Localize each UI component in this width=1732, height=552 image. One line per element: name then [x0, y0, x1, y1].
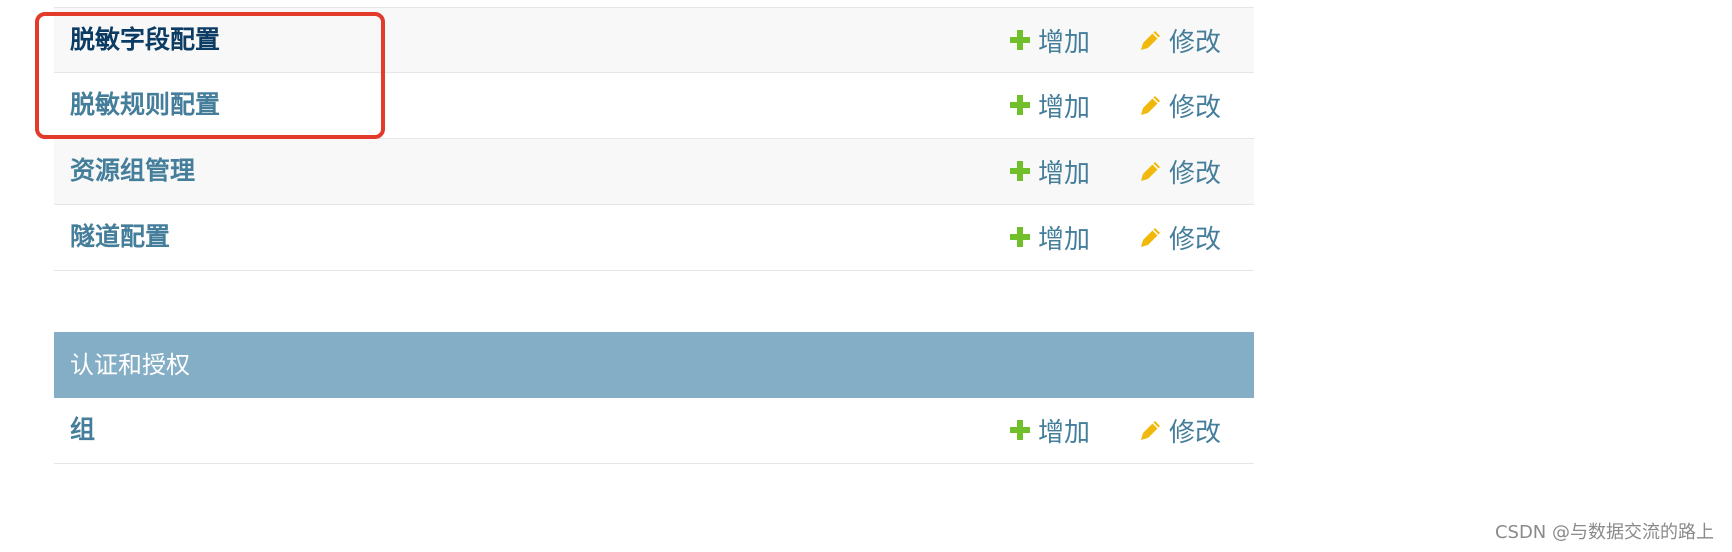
model-link-tunnel-config[interactable]: 隧道配置 — [70, 205, 170, 269]
change-label: 修改 — [1169, 92, 1222, 123]
add-button[interactable]: 增加 — [1008, 8, 1090, 72]
app-module-masking: 脱敏字段配置 增加 修改 脱敏规则配置 增加 修改 资源组管理 增加 修改 隧道… — [54, 7, 1254, 271]
model-row-masking-field-config: 脱敏字段配置 增加 修改 — [54, 7, 1254, 73]
model-link-group[interactable]: 组 — [70, 398, 95, 462]
plus-icon — [1010, 420, 1030, 440]
add-button[interactable]: 增加 — [1008, 139, 1090, 203]
add-label: 增加 — [1038, 224, 1091, 255]
pencil-icon — [1141, 31, 1160, 50]
model-link-masking-rule-config[interactable]: 脱敏规则配置 — [70, 73, 220, 137]
model-row-group: 组 增加 修改 — [54, 398, 1254, 464]
add-button[interactable]: 增加 — [1008, 73, 1090, 137]
change-button[interactable]: 修改 — [1139, 139, 1221, 203]
add-label: 增加 — [1038, 417, 1091, 448]
admin-index-page: 脱敏字段配置 增加 修改 脱敏规则配置 增加 修改 资源组管理 增加 修改 隧道… — [0, 0, 1732, 552]
add-label: 增加 — [1038, 27, 1091, 58]
plus-icon — [1010, 227, 1030, 247]
pencil-icon — [1141, 96, 1160, 115]
change-button[interactable]: 修改 — [1139, 398, 1221, 462]
change-button[interactable]: 修改 — [1139, 205, 1221, 269]
change-label: 修改 — [1169, 417, 1222, 448]
change-button[interactable]: 修改 — [1139, 73, 1221, 137]
change-label: 修改 — [1169, 224, 1222, 255]
model-link-resource-group[interactable]: 资源组管理 — [70, 139, 195, 203]
pencil-icon — [1141, 162, 1160, 181]
add-button[interactable]: 增加 — [1008, 398, 1090, 462]
model-row-tunnel-config: 隧道配置 增加 修改 — [54, 205, 1254, 271]
pencil-icon — [1141, 421, 1160, 440]
model-row-masking-rule-config: 脱敏规则配置 增加 修改 — [54, 73, 1254, 139]
add-label: 增加 — [1038, 92, 1091, 123]
watermark: CSDN @与数据交流的路上 — [1494, 522, 1714, 543]
add-label: 增加 — [1038, 158, 1091, 189]
change-button[interactable]: 修改 — [1139, 8, 1221, 72]
add-button[interactable]: 增加 — [1008, 205, 1090, 269]
plus-icon — [1010, 95, 1030, 115]
model-row-resource-group: 资源组管理 增加 修改 — [54, 139, 1254, 205]
pencil-icon — [1141, 228, 1160, 247]
plus-icon — [1010, 161, 1030, 181]
change-label: 修改 — [1169, 27, 1222, 58]
module-caption[interactable]: 认证和授权 — [54, 332, 1254, 398]
plus-icon — [1010, 30, 1030, 50]
change-label: 修改 — [1169, 158, 1222, 189]
model-link-masking-field-config[interactable]: 脱敏字段配置 — [70, 8, 220, 72]
app-module-auth: 认证和授权 组 增加 修改 — [54, 332, 1254, 464]
